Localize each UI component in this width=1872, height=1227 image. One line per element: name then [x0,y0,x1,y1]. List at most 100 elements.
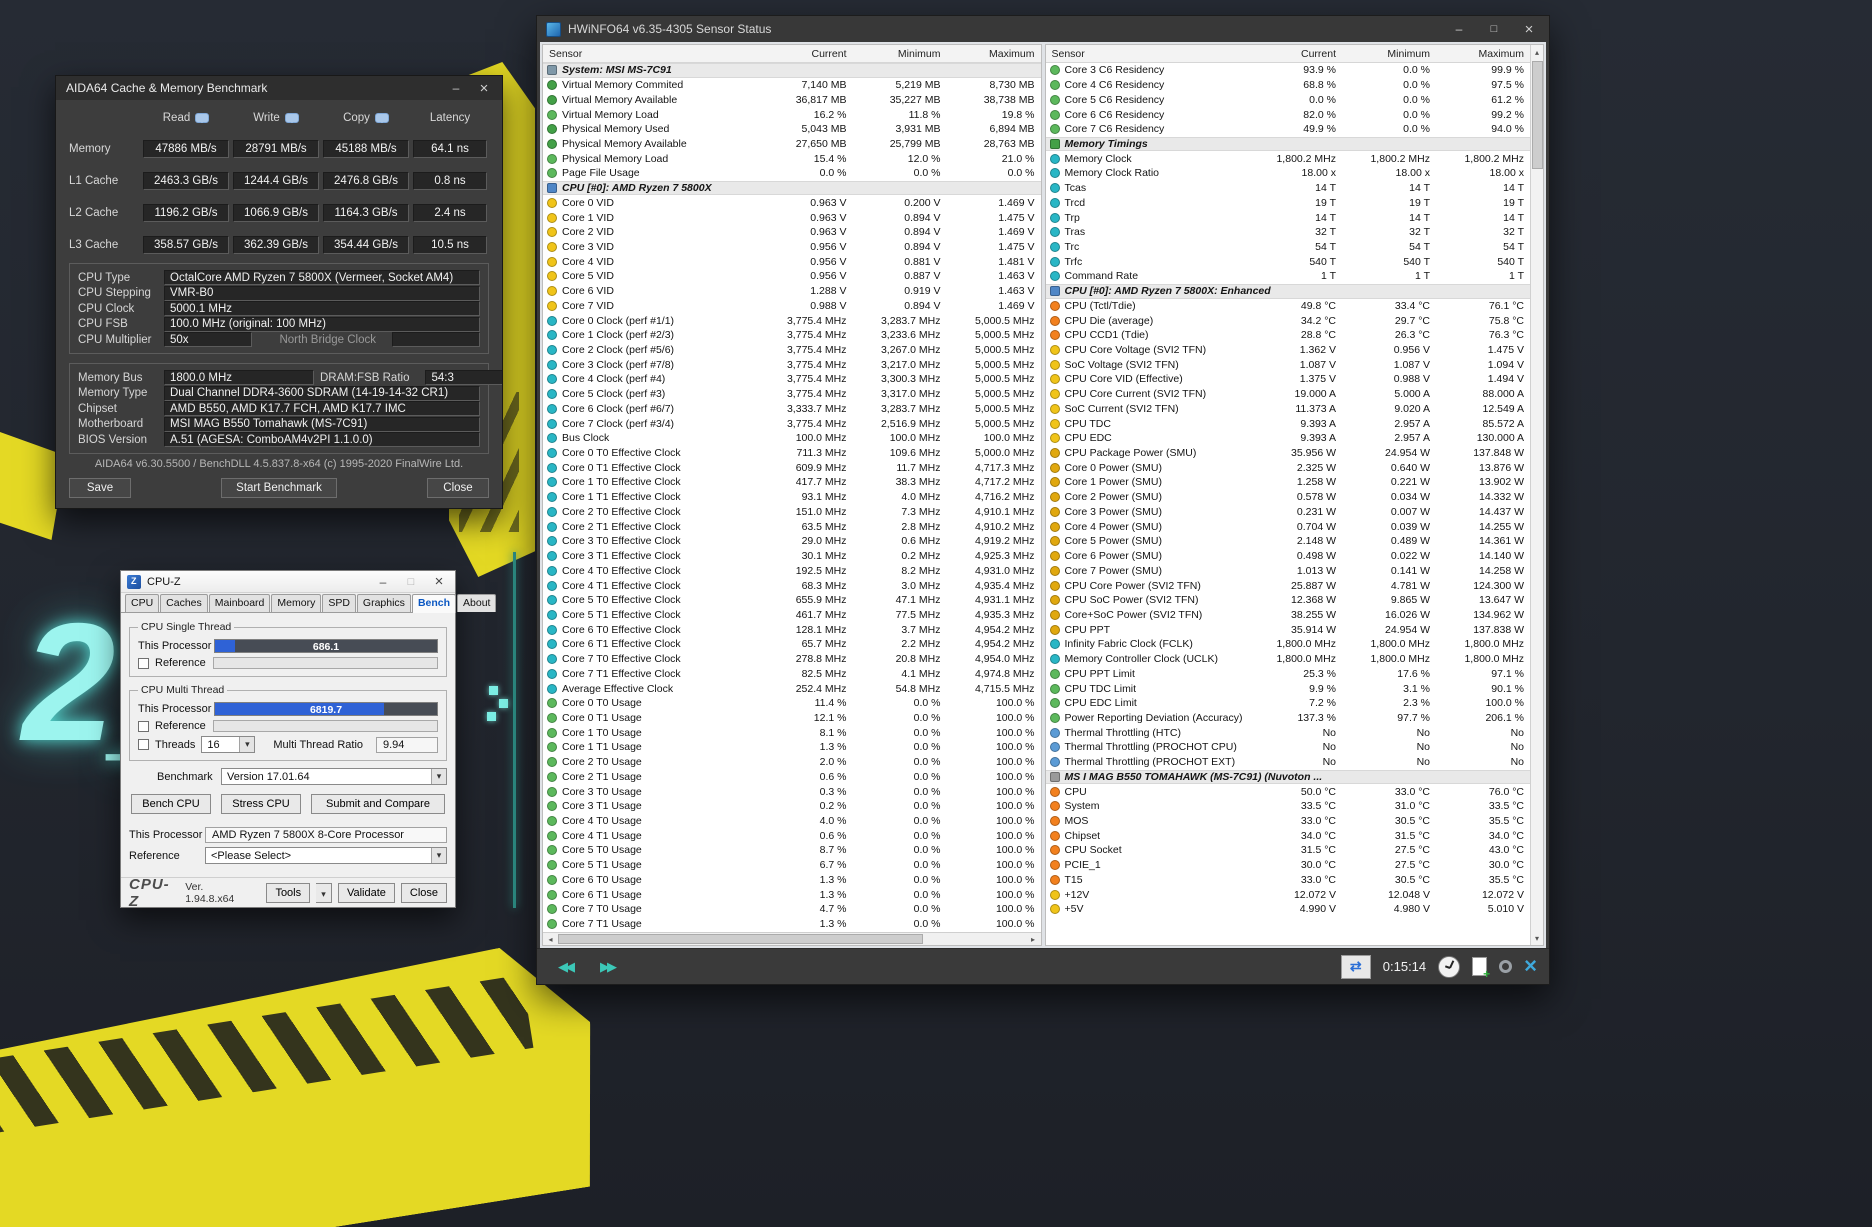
sensor-row[interactable]: Core 3 VID 0.956 V 0.894 V 1.475 V [543,240,1041,255]
sensor-group-header[interactable]: Memory Timings [1045,136,1530,152]
submit-compare-button[interactable]: Submit and Compare [311,794,445,814]
sensor-row[interactable]: +5V 4.990 V 4.980 V 5.010 V [1046,902,1531,917]
sensor-row[interactable]: T15 33.0 °C 30.5 °C 35.5 °C [1046,873,1531,888]
sensor-row[interactable]: Core 1 VID 0.963 V 0.894 V 1.475 V [543,210,1041,225]
sensor-group-header[interactable]: MS I MAG B550 TOMAHAWK (MS-7C91) (Nuvoto… [1045,769,1530,785]
sensor-row[interactable]: Core 5 T0 Effective Clock 655.9 MHz 47.1 M… [543,593,1041,608]
sensor-row[interactable]: Core 1 T1 Effective Clock 93.1 MHz 4.0 MHz… [543,490,1041,505]
scroll-left-arrow[interactable] [543,933,558,945]
scroll-up-arrow[interactable] [1531,45,1544,59]
cpuz-titlebar[interactable]: CPU-Z [121,571,455,593]
sensor-row[interactable]: Virtual Memory Load 16.2 % 11.8 % 19.8 % [543,107,1041,122]
sensor-row[interactable]: MOS 33.0 °C 30.5 °C 35.5 °C [1046,814,1531,829]
sensor-row[interactable]: Trc 54 T 54 T 54 T [1046,240,1531,255]
sensor-row[interactable]: Memory Controller Clock (UCLK) 1,800.0 MH… [1046,652,1531,667]
tab-cpu[interactable]: CPU [125,594,160,612]
sensor-row[interactable]: Virtual Memory Available 36,817 MB 35,227 … [543,92,1041,107]
maximize-icon[interactable] [1480,20,1508,38]
sensor-row[interactable]: Core 5 VID 0.956 V 0.887 V 1.463 V [543,269,1041,284]
sensor-row[interactable]: CPU CCD1 (Tdie) 28.8 °C 26.3 °C 76.3 °C [1046,328,1531,343]
sensor-row[interactable]: Physical Memory Load 15.4 % 12.0 % 21.0 % [543,151,1041,166]
sensor-row[interactable]: Core 3 T0 Effective Clock 29.0 MHz 0.6 MHz… [543,534,1041,549]
hwinfo-titlebar[interactable]: HWiNFO64 v6.35-4305 Sensor Status [537,16,1549,42]
sensor-row[interactable]: Thermal Throttling (PROCHOT CPU) No No No [1046,740,1531,755]
sensor-row[interactable]: Core 6 T1 Effective Clock 65.7 MHz 2.2 MHz… [543,637,1041,652]
horizontal-scrollbar[interactable] [543,932,1041,945]
tab-mainboard[interactable]: Mainboard [208,594,271,612]
minimize-icon[interactable] [369,573,397,591]
sensor-row[interactable]: Core 3 Clock (perf #7/8) 3,775.4 MHz 3,217… [543,357,1041,372]
close-icon[interactable] [1515,20,1543,38]
sensor-row[interactable]: Tcas 14 T 14 T 14 T [1046,181,1531,196]
sensor-row[interactable]: Core 1 T1 Usage 1.3 % 0.0 % 100.0 % [543,740,1041,755]
sensor-row[interactable]: Core 1 Clock (perf #2/3) 3,775.4 MHz 3,233… [543,328,1041,343]
sensor-row[interactable]: Core 0 T0 Usage 11.4 % 0.0 % 100.0 % [543,696,1041,711]
sensor-row[interactable]: Trcd 19 T 19 T 19 T [1046,195,1531,210]
column-maximum[interactable]: Maximum [947,48,1041,60]
sensor-row[interactable]: CPU TDC Limit 9.9 % 3.1 % 90.1 % [1046,681,1531,696]
sensor-row[interactable]: Core 0 Clock (perf #1/1) 3,775.4 MHz 3,283… [543,313,1041,328]
sensor-row[interactable]: Core 5 T1 Effective Clock 461.7 MHz 77.5 M… [543,608,1041,623]
sensor-row[interactable]: Core 7 C6 Residency 49.9 % 0.0 % 94.0 % [1046,122,1531,137]
sensor-row[interactable]: Core 1 Power (SMU) 1.258 W 0.221 W 13.902 W [1046,475,1531,490]
threads-select[interactable]: 16 [201,736,256,753]
sensor-row[interactable]: CPU EDC Limit 7.2 % 2.3 % 100.0 % [1046,696,1531,711]
tab-about[interactable]: About [457,594,497,612]
sensor-row[interactable]: CPU Core Current (SVI2 TFN) 19.000 A 5.000… [1046,387,1531,402]
scrollbar-thumb[interactable] [558,934,923,944]
sensor-row[interactable]: CPU EDC 9.393 A 2.957 A 130.000 A [1046,431,1531,446]
scroll-right-arrow[interactable] [1026,933,1041,945]
sensor-row[interactable]: Core 5 T1 Usage 6.7 % 0.0 % 100.0 % [543,858,1041,873]
column-current[interactable]: Current [1248,48,1342,60]
start-benchmark-button[interactable]: Start Benchmark [221,478,337,498]
sensor-row[interactable]: Core 7 Clock (perf #3/4) 3,775.4 MHz 2,516… [543,416,1041,431]
sensor-row[interactable]: Core 7 VID 0.988 V 0.894 V 1.469 V [543,299,1041,314]
sensor-row[interactable]: CPU 50.0 °C 33.0 °C 76.0 °C [1046,784,1531,799]
save-button[interactable]: Save [69,478,131,498]
sensor-row[interactable]: Core 6 T0 Effective Clock 128.1 MHz 3.7 MH… [543,622,1041,637]
column-current[interactable]: Current [759,48,853,60]
sensor-row[interactable]: Core 2 Power (SMU) 0.578 W 0.034 W 14.332 W [1046,490,1531,505]
sensor-row[interactable]: Core 0 T1 Effective Clock 609.9 MHz 11.7 M… [543,460,1041,475]
bench-cpu-button[interactable]: Bench CPU [131,794,211,814]
sensor-row[interactable]: Memory Clock 1,800.2 MHz 1,800.2 MHz 1,800.… [1046,151,1531,166]
sensor-row[interactable]: Average Effective Clock 252.4 MHz 54.8 MHz… [543,681,1041,696]
sensor-row[interactable]: Core 7 T1 Usage 1.3 % 0.0 % 100.0 % [543,917,1041,932]
sensor-row[interactable]: Physical Memory Available 27,650 MB 25,799… [543,137,1041,152]
sensor-row[interactable]: Bus Clock 100.0 MHz 100.0 MHz 100.0 MHz [543,431,1041,446]
tools-dropdown-button[interactable] [316,882,332,903]
sensor-row[interactable]: Core 6 Power (SMU) 0.498 W 0.022 W 14.140 W [1046,549,1531,564]
sensor-row[interactable]: CPU (Tctl/Tdie) 49.8 °C 33.4 °C 76.1 °C [1046,299,1531,314]
chevron-down-icon[interactable] [431,769,446,784]
sensor-row[interactable]: Power Reporting Deviation (Accuracy) 137.… [1046,711,1531,726]
sensor-row[interactable]: Core 0 T1 Usage 12.1 % 0.0 % 100.0 % [543,711,1041,726]
sensor-row[interactable]: Core 3 T0 Usage 0.3 % 0.0 % 100.0 % [543,784,1041,799]
sensor-row[interactable]: Core 5 C6 Residency 0.0 % 0.0 % 61.2 % [1046,92,1531,107]
minimize-icon[interactable] [1445,20,1473,38]
tab-caches[interactable]: Caches [160,594,208,612]
scroll-down-arrow[interactable] [1531,931,1544,945]
swap-panels-button[interactable] [1340,954,1371,979]
chevron-down-icon[interactable] [431,848,446,863]
sensor-row[interactable]: Core 4 T1 Effective Clock 68.3 MHz 3.0 MHz… [543,578,1041,593]
sensor-row[interactable]: Physical Memory Used 5,043 MB 3,931 MB 6,89… [543,122,1041,137]
sensor-row[interactable]: Core 1 T0 Effective Clock 417.7 MHz 38.3 M… [543,475,1041,490]
close-icon[interactable] [425,573,453,591]
sensor-row[interactable]: Core 2 T0 Effective Clock 151.0 MHz 7.3 MH… [543,505,1041,520]
sensor-row[interactable]: Trfc 540 T 540 T 540 T [1046,254,1531,269]
benchmark-version-select[interactable]: Version 17.01.64 [221,768,447,785]
sensor-row[interactable]: CPU TDC 9.393 A 2.957 A 85.572 A [1046,416,1531,431]
sensor-row[interactable]: PCIE_1 30.0 °C 27.5 °C 30.0 °C [1046,858,1531,873]
column-sensor[interactable]: Sensor [1046,48,1249,60]
validate-button[interactable]: Validate [337,882,395,903]
tab-graphics[interactable]: Graphics [356,594,411,612]
sensor-row[interactable]: Core 7 T1 Effective Clock 82.5 MHz 4.1 MHz… [543,666,1041,681]
sensor-row[interactable]: CPU PPT Limit 25.3 % 17.6 % 97.1 % [1046,666,1531,681]
sensor-row[interactable]: CPU Socket 31.5 °C 27.5 °C 43.0 °C [1046,843,1531,858]
sensor-row[interactable]: Core 7 T0 Usage 4.7 % 0.0 % 100.0 % [543,902,1041,917]
tab-memory[interactable]: Memory [271,594,322,612]
sensor-row[interactable]: Core 3 T1 Effective Clock 30.1 MHz 0.2 MHz… [543,549,1041,564]
sensor-row[interactable]: CPU Core VID (Effective) 1.375 V 0.988 V 1.… [1046,372,1531,387]
sensor-row[interactable]: Core 4 T0 Effective Clock 192.5 MHz 8.2 MH… [543,563,1041,578]
sensor-row[interactable]: CPU SoC Power (SVI2 TFN) 12.368 W 9.865 W 1… [1046,593,1531,608]
